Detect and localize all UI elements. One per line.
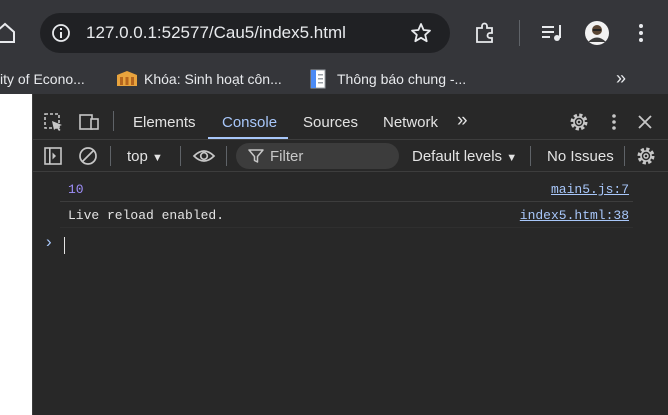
bookmark-item[interactable]: Khóa: Sinh hoạt côn... xyxy=(144,71,282,87)
console-input-caret[interactable] xyxy=(64,237,65,254)
profile-avatar-icon[interactable] xyxy=(584,20,610,46)
address-path: :52577/Cau5/index5.html xyxy=(156,23,346,42)
log-levels-dropdown[interactable]: Default levels ▼ xyxy=(412,148,517,165)
clear-console-icon[interactable] xyxy=(78,146,98,166)
toolbar-separator xyxy=(519,20,520,46)
more-tabs-button[interactable]: » xyxy=(457,110,468,132)
log-levels-value: Default levels xyxy=(412,148,503,165)
console-settings-gear-icon[interactable] xyxy=(635,145,657,167)
address-text[interactable]: 127.0.0.1:52577/Cau5/index5.html xyxy=(86,23,346,43)
active-tab-indicator xyxy=(208,137,288,139)
bookmark-item[interactable]: ity of Econo... xyxy=(0,71,85,87)
bookmarks-bar xyxy=(0,64,668,94)
issues-button[interactable]: No Issues xyxy=(547,148,614,165)
toolbar-separator xyxy=(530,146,531,166)
settings-gear-icon[interactable] xyxy=(568,111,590,133)
media-control-icon[interactable] xyxy=(540,22,564,44)
toolbar-separator xyxy=(180,146,181,166)
home-icon[interactable] xyxy=(0,22,16,44)
message-separator xyxy=(60,227,633,228)
filter-icon xyxy=(248,149,264,163)
tab-network[interactable]: Network xyxy=(383,114,438,131)
eye-icon[interactable] xyxy=(192,146,216,166)
console-message-text: 10 xyxy=(68,182,84,197)
sidebar-toggle-icon[interactable] xyxy=(43,146,63,166)
message-separator xyxy=(60,201,633,202)
chevron-down-icon: ▼ xyxy=(152,152,163,164)
page-viewport xyxy=(0,94,32,415)
devtools-menu-icon[interactable] xyxy=(609,112,619,132)
browser-menu-icon[interactable] xyxy=(636,22,646,44)
bookmark-star-icon[interactable] xyxy=(410,22,432,44)
chevron-down-icon: ▼ xyxy=(506,152,518,164)
address-host: 127.0.0.1 xyxy=(86,23,157,42)
toolbar-separator xyxy=(110,146,111,166)
context-selector-value: top xyxy=(127,148,148,165)
console-message-text: Live reload enabled. xyxy=(68,208,225,223)
bookmark-favicon-icon xyxy=(117,71,137,86)
device-toggle-icon[interactable] xyxy=(78,112,100,132)
close-icon[interactable] xyxy=(637,114,653,130)
tab-console[interactable]: Console xyxy=(222,114,277,131)
tab-sources[interactable]: Sources xyxy=(303,114,358,131)
bookmark-page-icon xyxy=(310,69,326,89)
extensions-icon[interactable] xyxy=(473,21,497,45)
console-message-source-link[interactable]: main5.js:7 xyxy=(551,182,629,197)
tabbar-separator xyxy=(113,111,114,131)
context-selector[interactable]: top ▼ xyxy=(127,148,163,165)
console-message-source-link[interactable]: index5.html:38 xyxy=(520,208,629,223)
inspect-element-icon[interactable] xyxy=(43,112,65,132)
console-prompt-icon: › xyxy=(46,232,52,251)
toolbar-separator xyxy=(624,146,625,166)
filter-placeholder: Filter xyxy=(270,148,304,165)
tab-elements[interactable]: Elements xyxy=(133,114,196,131)
site-info-icon[interactable] xyxy=(51,23,71,43)
toolbar-separator xyxy=(226,146,227,166)
bookmark-item[interactable]: Thông báo chung -... xyxy=(337,71,466,87)
bookmarks-overflow-button[interactable]: » xyxy=(616,68,626,89)
